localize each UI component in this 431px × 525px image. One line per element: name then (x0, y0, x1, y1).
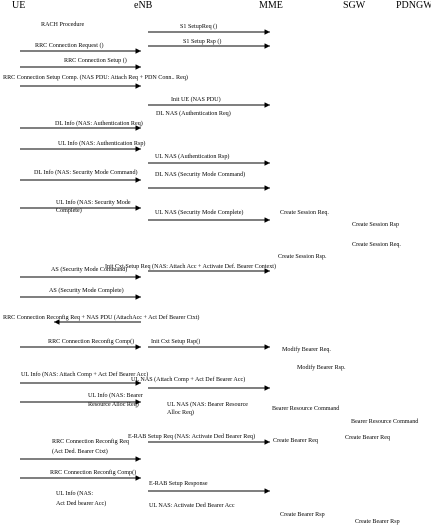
msg-init-ctxt-setup-req: Init Cxt Setup Req (NAS: Attach Acc + Ac… (105, 263, 276, 270)
entity-enb: eNB (134, 0, 153, 11)
msg-rrc-reconfig-comp-1: RRC Connection Reconfig Comp() (48, 338, 134, 345)
msg-rrc-setup-complete: RRC Connection Setup Comp. (NAS PDU: Att… (3, 74, 188, 81)
msg-as-smc: AS (Security Mode Command) (51, 266, 127, 273)
msg-ul-info-ded-acc-2: Act Ded bearer Acc) (56, 500, 106, 507)
msg-ul-info-ded-acc-1: UL Info (NAS: (56, 490, 93, 497)
msg-rrc-connection-request: RRC Connection Request () (35, 42, 104, 49)
msg-create-bearer-rsp-2: Create Bearer Rsp (355, 519, 400, 525)
msg-rrc-reconfig-req-1: RRC Connection Reconfig Req + NAS PDU (A… (3, 314, 199, 321)
msg-bearer-resource-cmd-1: Bearer Resource Command (272, 406, 339, 412)
msg-rach-procedure: RACH Procedure (41, 22, 84, 28)
msg-ul-info-bra-1: UL Info (NAS: Bearer (88, 392, 143, 399)
msg-modify-bearer-rsp: Modify Bearer Rsp. (297, 364, 346, 371)
msg-dl-info-smc: DL Info (NAS: Security Mode Command) (34, 169, 138, 176)
msg-ul-info-auth-rsp: UL Info (NAS: Authentication Rsp) (58, 140, 145, 147)
msg-modify-bearer-req: Modify Bearer Req. (282, 346, 331, 353)
msg-dl-info-auth-req: DL Info (NAS: Authentication Req) (55, 120, 143, 127)
msg-erab-setup-req: E-RAB Setup Req (NAS: Activate Ded Beare… (128, 433, 255, 440)
msg-ul-info-smc-1: UL Info (NAS: Security Mode (56, 199, 131, 206)
msg-as-smc-complete: AS (Security Mode Complete) (49, 287, 124, 294)
entity-ue: UE (12, 0, 25, 11)
sequence-diagram: UE eNB MME SGW PDNGW RACH Procedure S1 S… (3, 0, 431, 525)
msg-ul-nas-bra-2: Alloc Req) (167, 409, 194, 416)
msg-create-bearer-req-2: Create Bearer Req (345, 435, 390, 441)
msg-ul-nas-ded-acc: UL NAS: Activate Ded Bearer Acc (149, 503, 235, 509)
msg-ul-info-attach-comp: UL Info (NAS: Attach Comp + Act Def Bear… (21, 371, 148, 378)
msg-dl-nas-auth-req: DL NAS (Authentication Req) (156, 110, 231, 117)
msg-create-session-req-1: Create Session Req. (280, 210, 329, 216)
msg-rrc-connection-setup: RRC Connection Setup () (64, 57, 127, 64)
msg-bearer-resource-cmd-2: Bearer Resource Command (351, 419, 418, 425)
msg-rrc-reconfig-req-2-2: (Act Ded. Bearer Ctxt) (52, 448, 108, 455)
msg-rrc-reconfig-req-2-1: RRC Connection Reconfig Req (52, 438, 129, 445)
msg-s1-setup-req: S1 SetupReq () (180, 23, 217, 30)
msg-init-ctxt-setup-rsp: Init Cxt Setup Rsp() (151, 338, 200, 345)
entity-sgw: SGW (343, 0, 366, 11)
msg-create-session-req-2: Create Session Req. (352, 242, 401, 248)
msg-create-bearer-rsp-1: Create Bearer Rsp (280, 512, 325, 518)
msg-erab-setup-rsp: E-RAB Setup Response (149, 481, 208, 487)
msg-init-ue: Init UE (NAS PDU) (171, 96, 221, 103)
msg-dl-nas-smc: DL NAS (Security Mode Command) (155, 171, 245, 178)
msg-rrc-reconfig-comp-2: RRC Connection Reconfig Comp() (50, 469, 136, 476)
entity-mme: MME (259, 0, 283, 11)
msg-create-session-rsp-2: Create Session Rsp. (278, 254, 327, 260)
msg-ul-nas-smc: UL NAS (Security Mode Complete) (155, 209, 243, 216)
msg-ul-nas-attach-comp: UL NAS (Attach Comp + Act Def Bearer Acc… (131, 376, 245, 383)
msg-ul-nas-auth-rsp: UL NAS (Authentication Rsp) (155, 153, 229, 160)
msg-create-session-rsp-1: Create Session Rsp (352, 222, 399, 228)
entity-pdngw: PDNGW (396, 0, 431, 11)
msg-create-bearer-req-1: Create Bearer Req (273, 438, 318, 444)
msg-s1-setup-rsp: S1 Setup Rsp () (183, 38, 221, 45)
msg-ul-nas-bra-1: UL NAS (NAS: Bearer Resource (167, 401, 248, 408)
